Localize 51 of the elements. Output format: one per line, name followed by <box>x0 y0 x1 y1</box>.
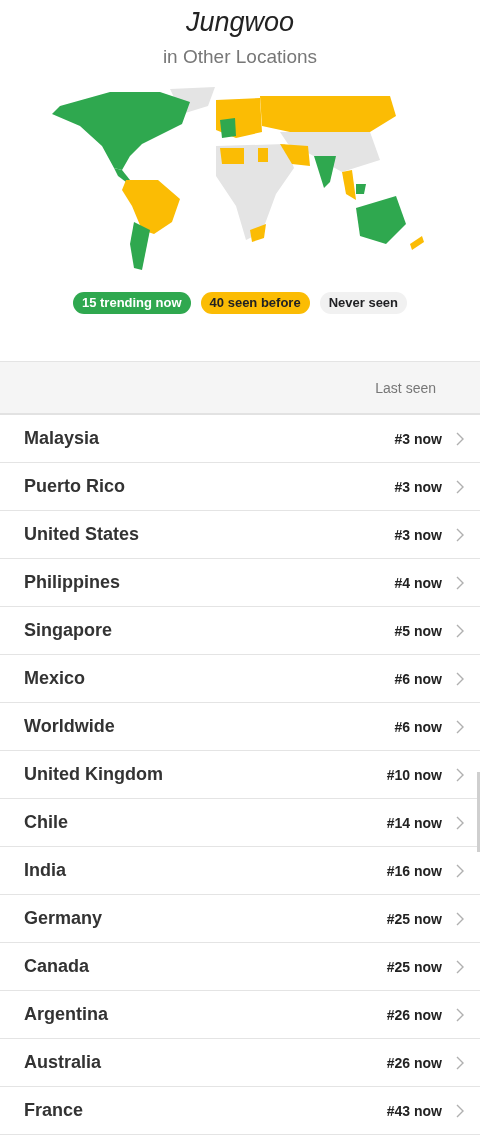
legend-chip: 15 trending now <box>72 292 191 314</box>
rank-label: #26 now <box>386 1054 442 1071</box>
rank-label: #43 now <box>386 1102 442 1119</box>
location-name[interactable]: Worldwide <box>24 716 395 737</box>
rank-label: #4 now <box>394 574 442 591</box>
location-name[interactable]: Mexico <box>24 668 395 689</box>
page-subtitle: in Other Locations <box>162 45 318 69</box>
location-name[interactable]: France <box>24 1100 387 1121</box>
location-name[interactable]: India <box>24 860 387 881</box>
chevron-icon[interactable] <box>456 959 464 974</box>
chevron-icon[interactable] <box>456 479 464 494</box>
location-name[interactable]: Philippines <box>24 572 395 593</box>
rank-label: #5 now <box>394 622 442 639</box>
rank-label: #3 now <box>394 526 442 543</box>
chevron-icon[interactable] <box>456 1103 464 1118</box>
chevron-icon[interactable] <box>456 527 464 542</box>
location-name[interactable]: United Kingdom <box>24 764 387 785</box>
rank-label: #3 now <box>394 430 442 447</box>
location-name[interactable]: Canada <box>24 956 387 977</box>
chevron-icon[interactable] <box>456 1007 464 1022</box>
location-name[interactable]: Germany <box>24 908 387 929</box>
location-name[interactable]: United States <box>24 524 395 545</box>
chevron-icon[interactable] <box>456 719 464 734</box>
rank-label: #14 now <box>386 814 442 831</box>
rank-label: #3 now <box>394 478 442 495</box>
location-name[interactable]: Puerto Rico <box>24 476 395 497</box>
rank-label: #6 now <box>394 718 442 735</box>
legend-chip: Never seen <box>319 292 408 314</box>
location-name[interactable]: Australia <box>24 1052 387 1073</box>
chevron-icon[interactable] <box>456 863 464 878</box>
chevron-icon[interactable] <box>456 767 464 782</box>
rank-label: #26 now <box>386 1006 442 1023</box>
rank-label: #25 now <box>386 958 442 975</box>
chevron-icon[interactable] <box>456 911 464 926</box>
location-name[interactable]: Malaysia <box>24 428 395 449</box>
chevron-icon[interactable] <box>456 1055 464 1070</box>
rank-label: #16 now <box>386 862 442 879</box>
rank-label: #6 now <box>394 670 442 687</box>
page-title: Jungwoo <box>185 6 295 39</box>
chevron-icon[interactable] <box>456 671 464 686</box>
column-header: Last seen <box>375 379 436 396</box>
legend-chip: 40 seen before <box>200 292 310 314</box>
location-name[interactable]: Argentina <box>24 1004 387 1025</box>
rank-label: #10 now <box>386 766 442 783</box>
chevron-icon[interactable] <box>456 623 464 638</box>
chevron-icon[interactable] <box>456 575 464 590</box>
rank-label: #25 now <box>386 910 442 927</box>
location-name[interactable]: Singapore <box>24 620 395 641</box>
location-name[interactable]: Chile <box>24 812 387 833</box>
chevron-icon[interactable] <box>456 431 464 446</box>
chevron-icon[interactable] <box>456 815 464 830</box>
